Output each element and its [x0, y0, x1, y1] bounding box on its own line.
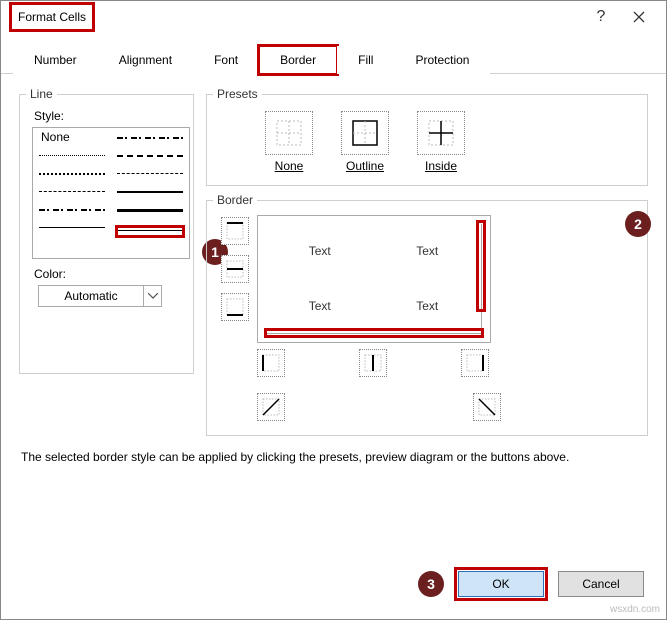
annotation-highlight-right [476, 220, 486, 312]
style-none[interactable]: None [33, 128, 111, 146]
style-solid-thin[interactable] [39, 227, 105, 236]
color-label: Color: [34, 267, 185, 281]
preset-inside[interactable]: Inside [417, 111, 465, 173]
style-dotted-thin[interactable] [39, 155, 105, 164]
preset-inside-icon [417, 111, 465, 155]
preview-cell: Text [374, 224, 482, 279]
window-title: Format Cells [9, 2, 95, 32]
border-legend: Border [213, 193, 257, 207]
preset-outline[interactable]: Outline [341, 111, 389, 173]
tab-fill[interactable]: Fill [337, 46, 394, 74]
preset-none-icon [265, 111, 313, 155]
close-icon [633, 11, 645, 23]
border-group: Border Text Text [206, 200, 648, 436]
tab-number[interactable]: Number [13, 46, 98, 74]
annotation-highlight-bottom [264, 328, 484, 338]
preset-outline-icon [341, 111, 389, 155]
style-dash-med[interactable] [117, 155, 183, 164]
border-top-button[interactable] [221, 217, 249, 245]
line-legend: Line [26, 87, 57, 101]
presets-group: Presets None Outline [206, 94, 648, 186]
style-solid-thick[interactable] [117, 209, 183, 218]
border-bottom-button[interactable] [221, 293, 249, 321]
border-left-button[interactable] [257, 349, 285, 377]
border-middle-v-button[interactable] [359, 349, 387, 377]
preset-inside-label: Inside [425, 159, 457, 173]
border-right-button[interactable] [461, 349, 489, 377]
titlebar: Format Cells ? [1, 1, 666, 33]
chevron-down-icon [143, 286, 161, 306]
tab-alignment[interactable]: Alignment [98, 46, 193, 74]
border-diag-up-button[interactable] [257, 393, 285, 421]
tab-border[interactable]: Border [259, 46, 337, 74]
line-style-list[interactable]: None [32, 127, 190, 259]
style-solid-med[interactable] [117, 191, 183, 200]
tab-strip: Number Alignment Font Border Fill Protec… [1, 45, 666, 74]
style-dotted-med[interactable] [39, 173, 105, 182]
style-dashdot2[interactable] [39, 209, 105, 211]
line-group: Line Style: None 1 Color: [19, 94, 194, 374]
preview-cell: Text [266, 224, 374, 279]
presets-legend: Presets [213, 87, 262, 101]
format-cells-dialog: Format Cells ? Number Alignment Font Bor… [0, 0, 667, 620]
preview-cell: Text [374, 279, 482, 334]
style-dashdot[interactable] [117, 137, 183, 139]
border-diag-down-button[interactable] [473, 393, 501, 421]
style-dash-thin[interactable] [117, 173, 183, 182]
annotation-badge-3: 3 [418, 571, 444, 597]
preset-none-label: None [275, 159, 304, 173]
help-button[interactable]: ? [582, 3, 620, 31]
color-value: Automatic [39, 289, 143, 303]
description-text: The selected border style can be applied… [1, 436, 666, 478]
watermark: wsxdn.com [610, 604, 660, 615]
close-button[interactable] [620, 3, 658, 31]
border-middle-h-button[interactable] [221, 255, 249, 283]
cancel-button[interactable]: Cancel [558, 571, 644, 597]
tab-protection[interactable]: Protection [394, 46, 490, 74]
style-dash3[interactable] [39, 191, 105, 200]
annotation-badge-2: 2 [625, 211, 651, 237]
color-dropdown[interactable]: Automatic [38, 285, 162, 307]
preset-outline-label: Outline [346, 159, 384, 173]
border-preview[interactable]: Text Text Text Text [257, 215, 491, 343]
preview-cell: Text [266, 279, 374, 334]
style-label: Style: [34, 109, 185, 123]
tab-font[interactable]: Font [193, 46, 259, 74]
preset-none[interactable]: None [265, 111, 313, 173]
ok-button[interactable]: OK [458, 571, 544, 597]
style-double-selected[interactable] [117, 227, 183, 236]
